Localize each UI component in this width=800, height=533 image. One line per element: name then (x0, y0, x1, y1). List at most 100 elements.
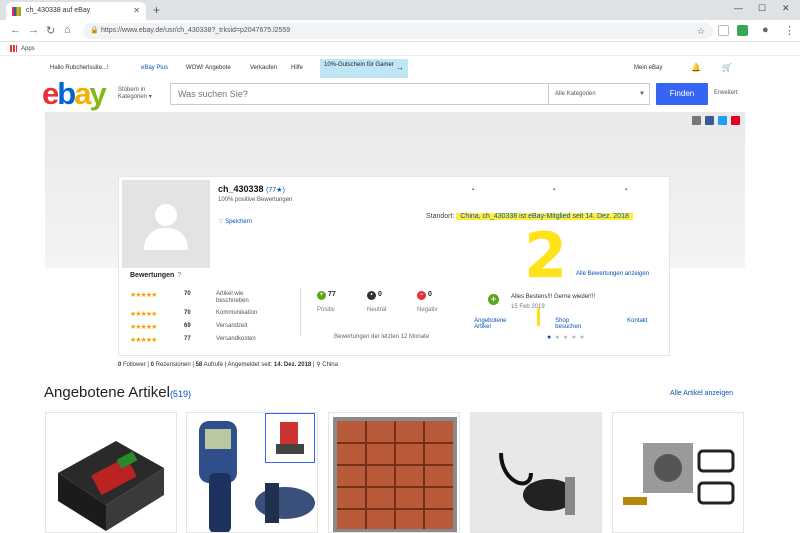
feedback-score[interactable]: (77★) (266, 187, 285, 194)
feedback-positive[interactable]: +77 (317, 291, 336, 300)
rating-label: Versandzeit (216, 323, 248, 329)
comment-date: 15 Feb 2019 (511, 304, 545, 310)
annotation-mark (537, 308, 540, 326)
visit-shop-link[interactable]: ▪ Shop besuchen (553, 187, 581, 330)
items-count[interactable]: (519) (170, 389, 191, 399)
extension-green-icon[interactable] (737, 25, 748, 36)
back-arrow-icon[interactable]: ← (10, 24, 21, 36)
ebay-logo[interactable]: ebay (42, 78, 107, 110)
facebook-icon[interactable] (705, 116, 714, 125)
carburetor-image (623, 443, 735, 505)
save-seller-button[interactable]: ♡ Speichern (218, 218, 252, 225)
seller-avatar (122, 180, 210, 268)
tab-title: ch_430338 auf eBay (26, 7, 91, 14)
seller-stats: 0 Follower | 0 Rezensionen | 58 Aufrufe … (118, 362, 338, 368)
close-tab-icon[interactable]: ✕ (133, 2, 140, 20)
help-icon[interactable]: ? (177, 272, 181, 279)
shop-by-category-button[interactable]: Stöbern in Kategorien ▾ (118, 87, 163, 101)
cart-icon[interactable]: 🛒 (722, 63, 732, 72)
followers-label[interactable]: Follower (123, 362, 146, 368)
item-card-resistor-kit[interactable] (328, 412, 460, 533)
address-bar[interactable]: 🔒 https://www.ebay.de/usr/ch_430338?_trk… (83, 23, 713, 39)
ratings-title-text: Bewertungen (130, 272, 175, 279)
all-ratings-link[interactable]: Alle Bewertungen anzeigen (576, 271, 649, 277)
my-ebay-link[interactable]: Mein eBay (634, 65, 662, 71)
feedback-count: 0 (428, 291, 432, 298)
seller-username: ch_430338 (77★) (218, 184, 285, 194)
promo-banner[interactable]: 10%-Gutschein für Gamer → (320, 59, 408, 78)
rating-count: 69 (184, 323, 191, 329)
avatar-body (144, 228, 188, 250)
promo-text: 10%-Gutschein für Gamer (324, 62, 394, 68)
contact-label: Kontakt (627, 318, 648, 324)
reviews-count: 0 (150, 362, 154, 368)
wow-deals-link[interactable]: WOW! Angebote (186, 65, 231, 71)
offered-items-link[interactable]: ▪ Angebotene Artikel (472, 187, 507, 330)
greeting-link[interactable]: Hallo Rubcherlsuite...! (50, 65, 109, 71)
help-link[interactable]: Hilfe (291, 65, 303, 71)
rating-label: Versandkosten (216, 336, 256, 342)
all-items-link[interactable]: Alle Artikel anzeigen (670, 390, 733, 397)
find-button[interactable]: Finden (656, 83, 708, 105)
email-share-icon[interactable] (692, 116, 701, 125)
feedback-negative[interactable]: −0 (417, 291, 432, 300)
location-pin-icon: ⚲ (316, 362, 321, 368)
rating-stars-icon: ★★★★★ (130, 324, 157, 331)
feedback-neutral[interactable]: • 0 (367, 291, 382, 300)
neutral-circle-icon: • (367, 291, 376, 300)
maximize-icon[interactable]: ☐ (758, 3, 766, 14)
ignition-coil-image (471, 413, 601, 532)
visit-shop-label: Shop besuchen (555, 318, 582, 330)
offered-items-title: Angebotene Artikel(519) (44, 384, 191, 401)
feedback-label: Positiv (317, 307, 335, 313)
bookmark-apps[interactable]: Apps (21, 46, 35, 52)
forward-arrow-icon[interactable]: → (28, 24, 39, 36)
item-card-carburetor[interactable] (612, 412, 744, 533)
reload-icon[interactable]: ↻ (46, 24, 55, 37)
item-card-motor-controller[interactable] (45, 412, 177, 533)
rating-row: ★★★★★ 70 Kommunikation (130, 310, 257, 318)
member-since-date: 14. Dez. 2018 (273, 362, 312, 368)
latest-comment: Alles Bestens!!! Gerne wieder!!! (511, 294, 596, 300)
ebay-plus-link[interactable]: eBay Plus (141, 65, 168, 71)
reviews-label[interactable]: Rezensionen (156, 362, 191, 368)
followers-count: 0 (118, 362, 122, 368)
item-card-ignition-coil[interactable] (470, 412, 602, 533)
plus-circle-icon: + (317, 291, 326, 300)
minimize-icon[interactable]: — (734, 3, 743, 13)
pinterest-icon[interactable] (731, 116, 740, 125)
category-button-label: Stöbern in Kategorien (118, 87, 148, 100)
comment-pager[interactable]: ●●●●● (547, 334, 588, 341)
ratings-divider (300, 288, 301, 336)
rating-stars-icon: ★★★★★ (130, 311, 157, 318)
rating-count: 70 (184, 291, 191, 297)
feedback-count: 0 (378, 291, 382, 298)
minus-circle-icon: − (417, 291, 426, 300)
feedback-count: 77 (328, 291, 336, 298)
new-tab-button[interactable]: + (153, 2, 160, 18)
browser-tab[interactable]: ch_430338 auf eBay ✕ (6, 2, 146, 20)
category-select-value: Alle Kategorien (555, 91, 596, 97)
home-icon[interactable]: ⌂ (64, 24, 71, 36)
extension-icon[interactable] (718, 25, 729, 36)
feedback-label: Negativ (417, 307, 438, 313)
resistor-kit-image (333, 417, 457, 532)
notification-bell-icon[interactable]: 🔔 (691, 63, 701, 72)
contact-link[interactable]: ▪ Kontakt (625, 187, 648, 324)
chevron-down-icon: ▼ (639, 91, 645, 97)
motor-controller-image (58, 441, 164, 531)
country: China (322, 362, 338, 368)
profile-icon[interactable]: ● (762, 24, 769, 36)
window-close-icon[interactable]: ✕ (782, 3, 790, 14)
heart-icon: ♡ (218, 219, 224, 225)
category-select[interactable]: Alle Kategorien ▼ (548, 83, 650, 105)
sell-link[interactable]: Verkaufen (250, 65, 277, 71)
menu-dots-icon[interactable]: ⋮ (784, 24, 795, 37)
item-thumbnail[interactable] (265, 413, 315, 463)
thumbnail-image (276, 422, 304, 454)
twitter-icon[interactable] (718, 116, 727, 125)
annotation-number: 2 (524, 219, 568, 292)
ebay-page: Hallo Rubcherlsuite...! eBay Plus WOW! A… (0, 56, 800, 533)
advanced-search-link[interactable]: Erweitert (714, 90, 738, 96)
bookmark-star-icon[interactable]: ☆ (697, 23, 705, 39)
